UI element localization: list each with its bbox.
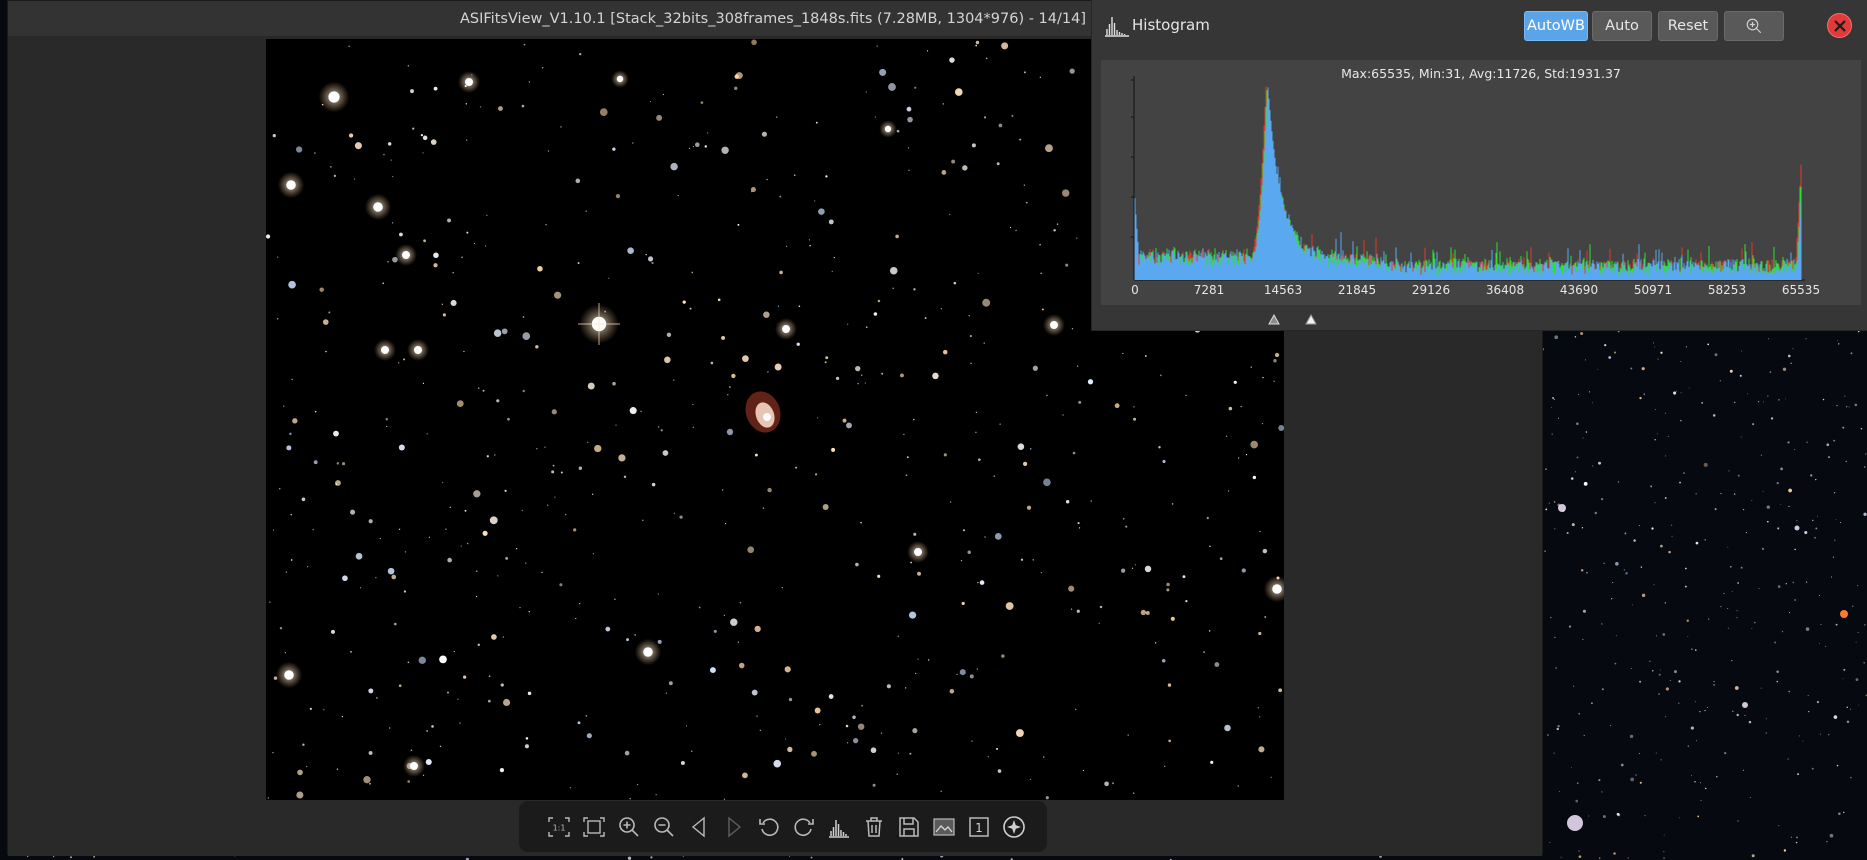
histogram-icon <box>1105 17 1129 37</box>
bottom-toolbar: 1:1 1 <box>519 801 1047 852</box>
floppy-disk-icon <box>898 816 919 837</box>
one-to-one-icon: 1:1 <box>547 816 570 837</box>
star-detect-button[interactable] <box>996 809 1031 845</box>
histogram-plot: 0 7281 14563 21845 29126 36408 43690 50971 58253… <box>1131 76 1820 297</box>
zoom-in-icon <box>618 816 639 837</box>
reset-button[interactable]: Reset <box>1658 11 1718 41</box>
histogram-stats: Max:65535, Min:31, Avg:11726, Std:1931.3… <box>1341 66 1621 81</box>
zoom-out-icon <box>653 816 674 837</box>
histogram-x-tick: 36408 <box>1486 283 1524 297</box>
zoom-out-button[interactable] <box>646 809 681 845</box>
next-image-button[interactable] <box>716 809 751 845</box>
triangle-right-icon <box>727 816 741 837</box>
histogram-x-tick: 65535 <box>1782 283 1820 297</box>
histogram-button[interactable] <box>821 809 856 845</box>
white-point-marker[interactable] <box>1304 314 1317 325</box>
close-icon <box>1833 19 1846 32</box>
close-button[interactable] <box>1827 13 1852 38</box>
zoom-in-button[interactable] <box>611 809 646 845</box>
zoom-in-icon <box>1746 18 1762 34</box>
save-button[interactable] <box>891 809 926 845</box>
info-label: 1 <box>975 821 983 835</box>
histogram-x-tick: 7281 <box>1194 283 1225 297</box>
histogram-x-tick: 0 <box>1131 283 1139 297</box>
trash-icon <box>865 816 882 837</box>
histogram-icon <box>828 819 849 838</box>
actual-size-label: 1:1 <box>552 823 565 832</box>
actual-size-button[interactable]: 1:1 <box>541 809 576 845</box>
histogram-chart[interactable]: 0 7281 14563 21845 29126 36408 43690 50971 58253… <box>1101 60 1861 305</box>
histogram-x-tick: 21845 <box>1338 283 1376 297</box>
star-circle-icon <box>1002 815 1025 838</box>
compare-icon <box>932 817 955 836</box>
histogram-title: Histogram <box>1132 16 1210 34</box>
autowb-button[interactable]: AutoWB <box>1524 11 1588 41</box>
histogram-panel: Histogram AutoWB Auto Reset 0 7281 14563 21… <box>1091 0 1867 331</box>
previous-image-button[interactable] <box>681 809 716 845</box>
auto-button[interactable]: Auto <box>1592 11 1652 41</box>
histogram-x-tick: 43690 <box>1560 283 1598 297</box>
compare-button[interactable] <box>926 809 961 845</box>
black-point-marker[interactable] <box>1268 314 1281 325</box>
histogram-x-tick: 50971 <box>1634 283 1672 297</box>
histogram-x-tick: 29126 <box>1412 283 1450 297</box>
triangle-left-icon <box>691 816 705 837</box>
histogram-x-tick: 14563 <box>1264 283 1302 297</box>
rotate-left-icon <box>758 817 779 836</box>
rotate-right-icon <box>793 817 814 836</box>
desktop: ASIFitsView_V1.10.1 [Stack_32bits_308fra… <box>0 0 1867 860</box>
info-button[interactable]: 1 <box>961 809 996 845</box>
fit-window-button[interactable] <box>576 809 611 845</box>
rotate-right-button[interactable] <box>786 809 821 845</box>
histogram-x-tick: 58253 <box>1708 283 1746 297</box>
histogram-zoom-button[interactable] <box>1724 11 1784 41</box>
delete-button[interactable] <box>856 809 891 845</box>
frame-info-icon: 1 <box>968 816 989 837</box>
fit-frame-icon <box>582 816 605 837</box>
rotate-left-button[interactable] <box>751 809 786 845</box>
